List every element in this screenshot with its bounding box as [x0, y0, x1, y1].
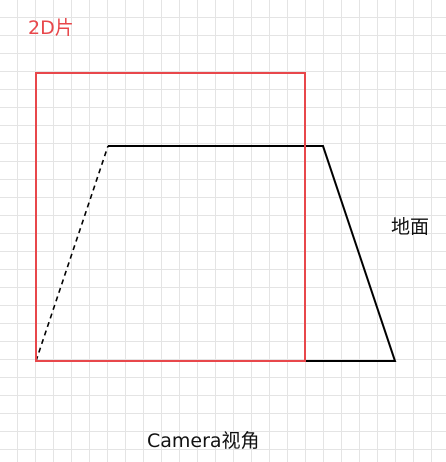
ground-trapezoid-dashed-edge — [35, 145, 109, 362]
ground-label: 地面 — [391, 216, 430, 238]
diagram-canvas: 2D片 地面 Camera视角 — [0, 0, 446, 462]
slice-2d-rectangle — [35, 72, 306, 362]
camera-view-label: Camera视角 — [147, 430, 260, 452]
slice-2d-label: 2D片 — [28, 17, 74, 39]
ground-trapezoid-outline — [36, 145, 397, 362]
diagram-svg — [35, 72, 397, 362]
